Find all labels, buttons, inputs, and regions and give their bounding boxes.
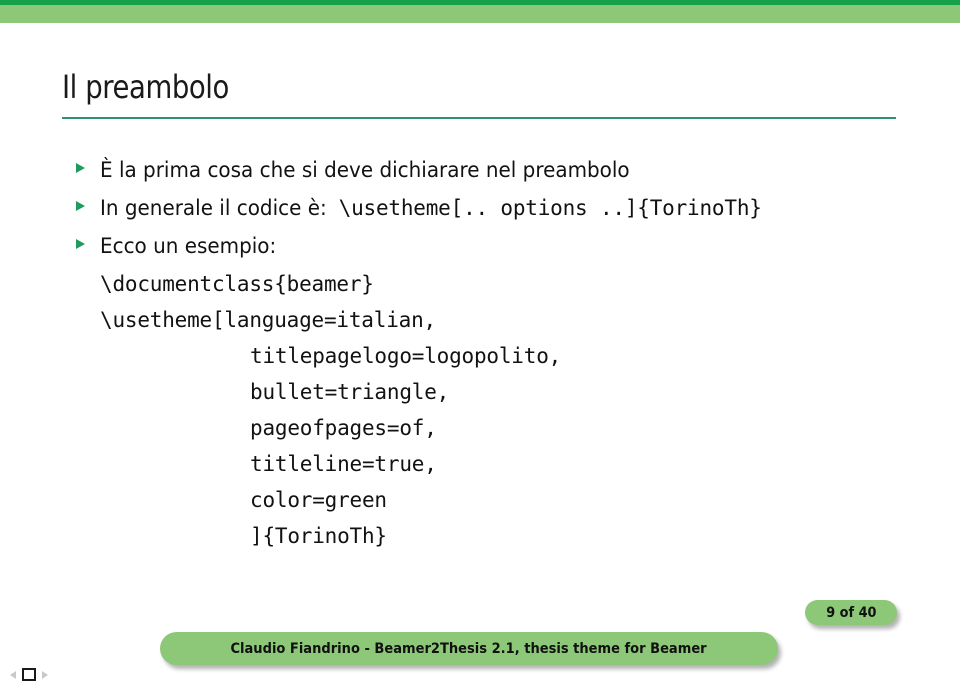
code-line: \documentclass{beamer} bbox=[100, 272, 374, 296]
list-item-label: Ecco un esempio: bbox=[100, 234, 277, 258]
code-line: titleline=true, bbox=[250, 452, 437, 476]
code-line: ]{TorinoTh} bbox=[250, 524, 387, 548]
slide-body: È la prima cosa che si deve dichiarare n… bbox=[0, 152, 960, 554]
list-item: È la prima cosa che si deve dichiarare n… bbox=[0, 152, 960, 188]
list-item-label: È la prima cosa che si deve dichiarare n… bbox=[100, 158, 630, 182]
triangle-bullet-icon bbox=[76, 163, 85, 173]
page-title: Il preambolo bbox=[62, 68, 229, 106]
list-item-label: In generale il codice è: bbox=[100, 196, 327, 220]
code-line: \usetheme[language=italian, bbox=[100, 308, 436, 332]
page-number-badge: 9 of 40 bbox=[805, 600, 897, 625]
list-item: Ecco un esempio: bbox=[0, 228, 960, 264]
code-line: bullet=triangle, bbox=[250, 380, 450, 404]
title-underline-rule bbox=[62, 117, 896, 119]
footer-credit-label: Claudio Fiandrino - Beamer2Thesis 2.1, t… bbox=[230, 640, 708, 657]
list-item: In generale il codice è: \usetheme[.. op… bbox=[0, 190, 960, 226]
code-line: pageofpages=of, bbox=[250, 416, 437, 440]
header-bar bbox=[0, 5, 960, 23]
inline-code: \usetheme[.. options ..]{TorinoTh} bbox=[338, 196, 762, 220]
triangle-bullet-icon bbox=[76, 201, 85, 211]
code-line: titlepagelogo=logopolito, bbox=[250, 344, 562, 368]
code-line: color=green bbox=[250, 488, 387, 512]
triangle-bullet-icon bbox=[76, 239, 85, 249]
navigation-symbols[interactable] bbox=[10, 668, 48, 681]
code-block: \documentclass{beamer} \usetheme[languag… bbox=[0, 266, 960, 554]
triangle-left-icon[interactable] bbox=[10, 670, 16, 679]
footer-bar: Claudio Fiandrino - Beamer2Thesis 2.1, t… bbox=[160, 632, 778, 665]
triangle-right-icon[interactable] bbox=[42, 670, 48, 679]
page-number-label: 9 of 40 bbox=[825, 604, 877, 621]
frame-square-icon[interactable] bbox=[22, 668, 36, 681]
